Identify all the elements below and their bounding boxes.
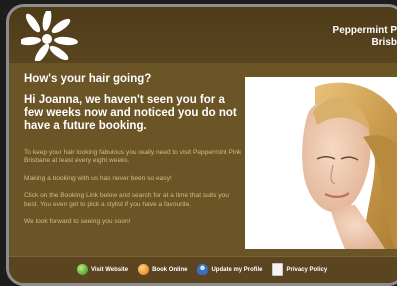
brand-name: Peppermint P Brisb	[333, 25, 397, 49]
flower-logo-icon	[21, 11, 78, 61]
paragraph: To keep your hair looking fabulous you r…	[24, 149, 242, 165]
paragraph: Click on the Booking Link below and sear…	[24, 192, 229, 208]
header: Peppermint P Brisb	[9, 7, 397, 63]
update-profile-link[interactable]: Update my Profile	[197, 264, 262, 275]
globe-icon	[77, 264, 88, 275]
link-label: Visit Website	[91, 266, 129, 273]
link-label: Book Online	[152, 266, 188, 273]
subheading: Hi Joanna, we haven't seen you for a few…	[24, 94, 237, 132]
heading: How's your hair going?	[24, 73, 152, 85]
book-icon	[138, 264, 150, 275]
visit-website-link[interactable]: Visit Website	[77, 264, 128, 275]
brand-line-2: Brisb	[371, 37, 397, 48]
link-label: Privacy Policy	[286, 266, 328, 273]
link-label: Update my Profile	[211, 266, 263, 273]
headline-block: How's your hair going? Hi Joanna, we hav…	[24, 73, 244, 141]
footer-links: Visit Website Book Online Update my Prof…	[77, 263, 327, 276]
footer-bar: Visit Website Book Online Update my Prof…	[9, 256, 397, 283]
profile-icon	[197, 264, 209, 275]
privacy-policy-link[interactable]: Privacy Policy	[272, 263, 327, 276]
model-photo	[245, 77, 397, 249]
brand-line-1: Peppermint P	[332, 25, 397, 36]
book-online-link[interactable]: Book Online	[138, 264, 187, 275]
email-frame: Peppermint P Brisb How's your hair going…	[6, 4, 397, 286]
woman-portrait-image	[245, 77, 397, 249]
paragraph: Making a booking with us has never been …	[24, 174, 172, 182]
body-text: To keep your hair looking fabulous you r…	[24, 149, 242, 235]
document-icon	[272, 263, 284, 276]
paragraph: We look forward to seeing you soon!	[24, 218, 131, 226]
